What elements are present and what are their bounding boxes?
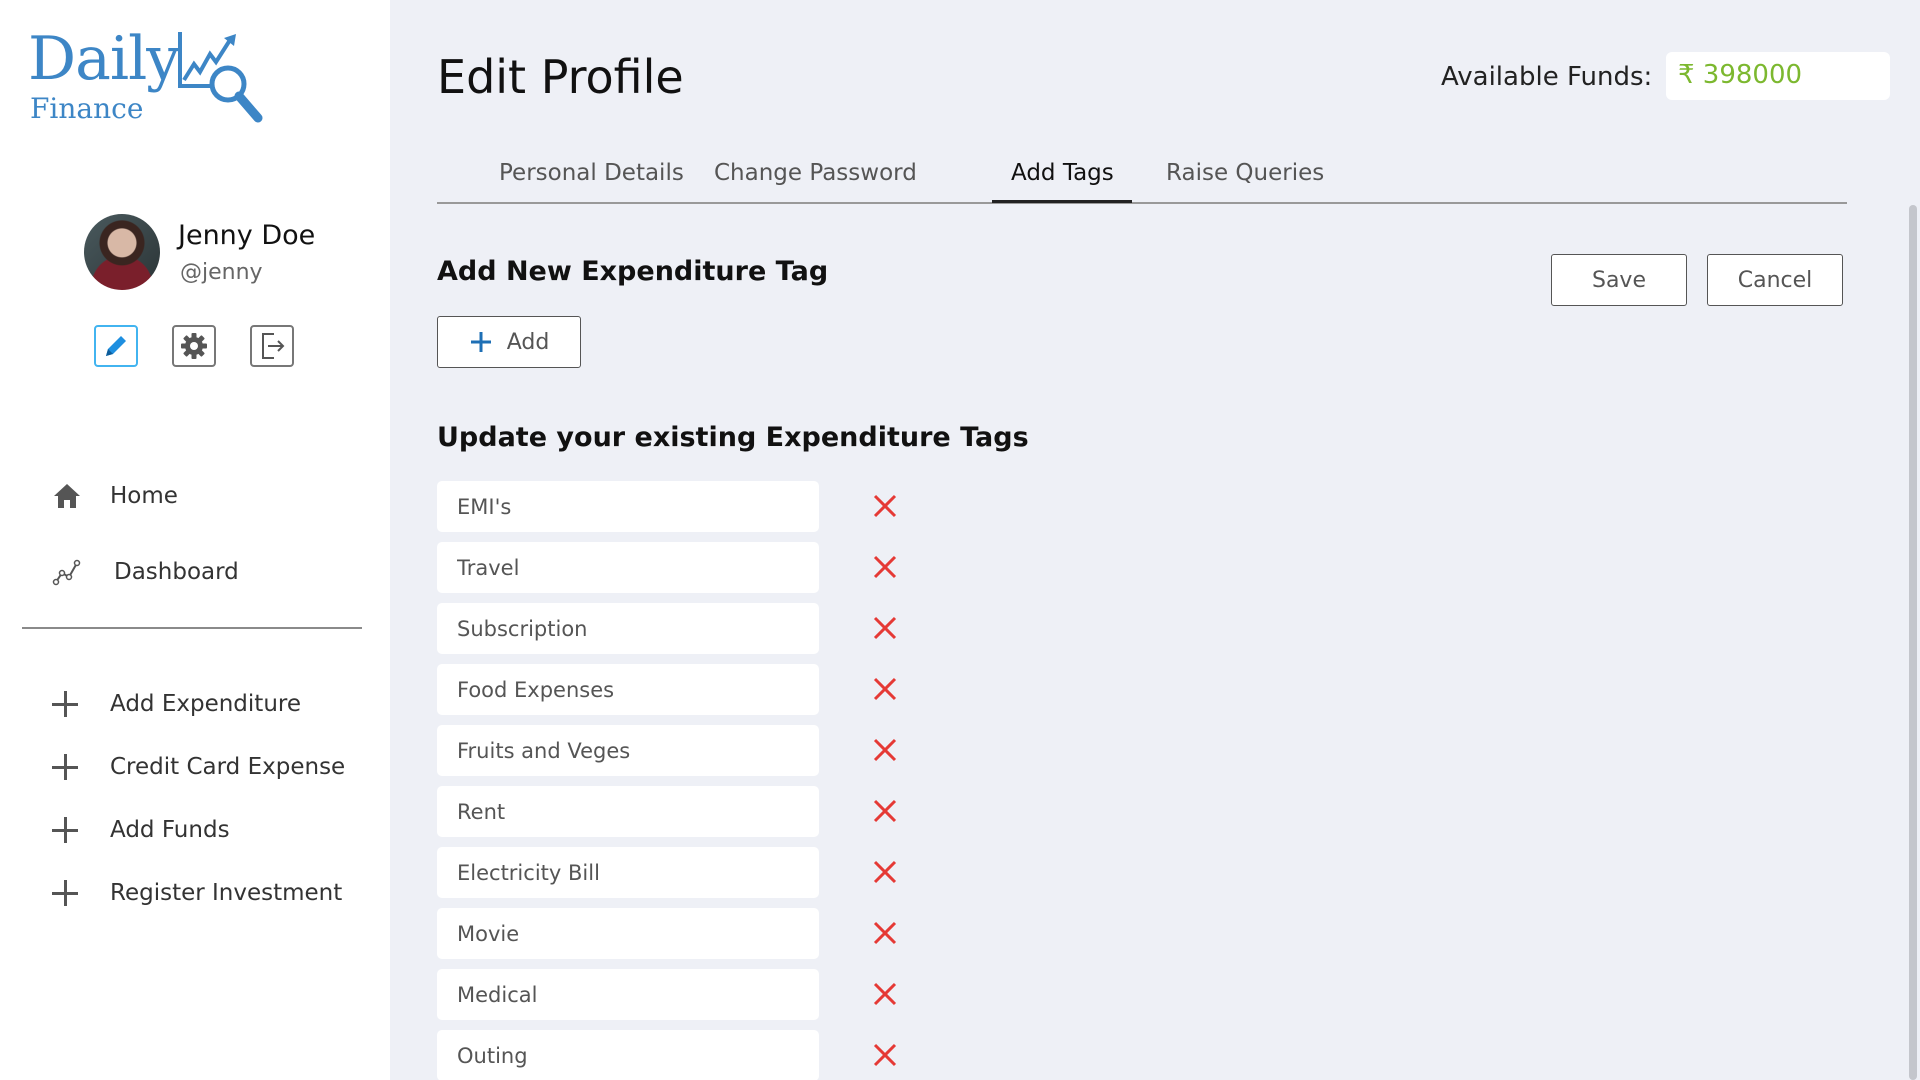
gear-icon xyxy=(181,333,207,359)
tag-row xyxy=(437,664,907,715)
logout-icon xyxy=(262,333,285,359)
delete-tag-icon[interactable] xyxy=(867,854,903,890)
active-tab-indicator xyxy=(992,200,1132,203)
tag-row xyxy=(437,969,907,1020)
user-handle: @jenny xyxy=(180,260,263,285)
tab-personal-details[interactable]: Personal Details xyxy=(499,160,684,186)
add-tag-button-label: Add xyxy=(506,329,550,355)
nav-label-home: Home xyxy=(110,483,178,509)
tag-row xyxy=(437,1030,907,1080)
available-funds-label: Available Funds: xyxy=(1441,62,1653,92)
tag-input[interactable] xyxy=(437,603,819,654)
register-investment-label: Register Investment xyxy=(110,879,343,906)
user-name: Jenny Doe xyxy=(178,220,316,251)
plus-icon xyxy=(470,332,491,352)
tag-row xyxy=(437,725,907,776)
tag-row xyxy=(437,908,907,959)
scrollbar-thumb[interactable] xyxy=(1909,205,1917,1080)
tag-input[interactable] xyxy=(437,664,819,715)
add-tag-button[interactable]: Add xyxy=(437,316,581,368)
register-investment-link[interactable]: Register Investment xyxy=(50,861,345,924)
nav-item-dashboard[interactable]: Dashboard xyxy=(50,534,239,610)
logo-text-finance: Finance xyxy=(30,92,144,125)
delete-tag-icon[interactable] xyxy=(867,915,903,951)
add-tag-heading: Add New Expenditure Tag xyxy=(437,256,829,287)
tag-input[interactable] xyxy=(437,908,819,959)
update-tags-heading: Update your existing Expenditure Tags xyxy=(437,422,1029,453)
delete-tag-icon[interactable] xyxy=(867,793,903,829)
plus-icon xyxy=(50,689,80,719)
main-nav: Home Dashboard xyxy=(50,458,239,610)
available-funds-value: ₹ 398000 xyxy=(1666,52,1890,100)
profile-actions xyxy=(94,325,294,367)
tag-row xyxy=(437,786,907,837)
tab-change-password[interactable]: Change Password xyxy=(714,160,917,186)
add-expenditure-label: Add Expenditure xyxy=(110,690,301,717)
add-funds-link[interactable]: Add Funds xyxy=(50,798,345,861)
tag-input[interactable] xyxy=(437,1030,819,1080)
logo-text-daily: Daily xyxy=(28,24,180,94)
quick-actions: Add Expenditure Credit Card Expense Add … xyxy=(50,672,345,924)
plus-icon xyxy=(50,752,80,782)
cancel-button[interactable]: Cancel xyxy=(1707,254,1843,306)
page-title: Edit Profile xyxy=(437,50,684,104)
credit-card-expense-label: Credit Card Expense xyxy=(110,753,346,780)
app-logo[interactable]: Daily Finance xyxy=(28,24,288,134)
tag-input[interactable] xyxy=(437,969,819,1020)
sidebar: Daily Finance Jenny Doe @jenny Home Dash… xyxy=(0,0,390,1080)
delete-tag-icon[interactable] xyxy=(867,1037,903,1073)
tag-input[interactable] xyxy=(437,542,819,593)
nav-item-home[interactable]: Home xyxy=(50,458,239,534)
delete-tag-icon[interactable] xyxy=(867,732,903,768)
chart-line-icon xyxy=(50,555,84,589)
tag-row xyxy=(437,542,907,593)
scrollbar[interactable] xyxy=(1906,0,1920,1080)
nav-label-dashboard: Dashboard xyxy=(114,559,239,585)
add-funds-label: Add Funds xyxy=(110,816,230,843)
delete-tag-icon[interactable] xyxy=(867,610,903,646)
plus-icon xyxy=(50,878,80,908)
logout-button[interactable] xyxy=(250,325,294,367)
avatar[interactable] xyxy=(84,214,160,290)
tag-row xyxy=(437,847,907,898)
sidebar-divider xyxy=(22,627,362,629)
tag-input[interactable] xyxy=(437,481,819,532)
delete-tag-icon[interactable] xyxy=(867,488,903,524)
settings-button[interactable] xyxy=(172,325,216,367)
edit-profile-button[interactable] xyxy=(94,325,138,367)
delete-tag-icon[interactable] xyxy=(867,671,903,707)
plus-icon xyxy=(50,815,80,845)
home-icon xyxy=(50,479,84,513)
delete-tag-icon[interactable] xyxy=(867,549,903,585)
tab-add-tags[interactable]: Add Tags xyxy=(1011,160,1114,186)
logo-chart-magnifier-icon xyxy=(178,32,263,123)
tag-input[interactable] xyxy=(437,786,819,837)
profile-tabs: Personal Details Change Password Add Tag… xyxy=(437,152,1847,204)
tag-input[interactable] xyxy=(437,847,819,898)
tag-input[interactable] xyxy=(437,725,819,776)
main-content: Edit Profile Available Funds: ₹ 398000 P… xyxy=(390,0,1920,1080)
tag-row xyxy=(437,481,907,532)
pencil-icon xyxy=(106,336,126,356)
tag-row xyxy=(437,603,907,654)
add-expenditure-link[interactable]: Add Expenditure xyxy=(50,672,345,735)
save-button[interactable]: Save xyxy=(1551,254,1687,306)
tab-raise-queries[interactable]: Raise Queries xyxy=(1166,160,1324,186)
delete-tag-icon[interactable] xyxy=(867,976,903,1012)
credit-card-expense-link[interactable]: Credit Card Expense xyxy=(50,735,345,798)
